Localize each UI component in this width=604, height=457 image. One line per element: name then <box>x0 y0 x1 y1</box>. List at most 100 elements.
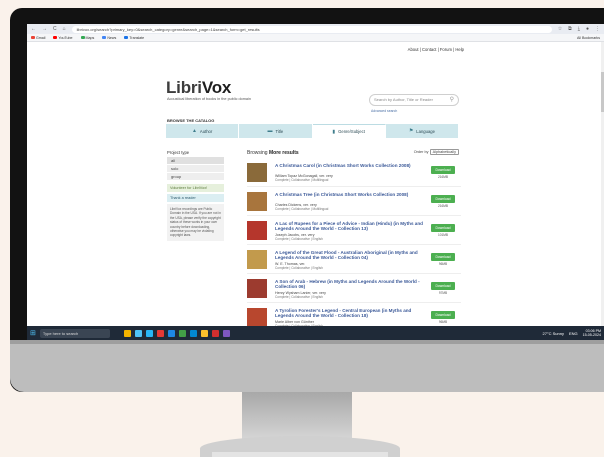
url-bar[interactable]: librivox.org/search?primary_key=0&search… <box>71 25 552 33</box>
book-cover[interactable] <box>247 250 267 269</box>
order-by: Order by Alphabetically <box>414 149 459 155</box>
book-meta: Complete | Collaborative | Multilingual <box>275 207 329 211</box>
project-type-all[interactable]: all <box>167 157 224 164</box>
results-heading: Browsing More results Order by Alphabeti… <box>247 149 461 158</box>
back-icon[interactable]: ← <box>31 26 36 32</box>
all-bookmarks[interactable]: All Bookmarks <box>577 36 600 40</box>
monitor-chin-edge <box>10 340 604 344</box>
book-title-link[interactable]: A Tyrolion Forester's Legend - Central E… <box>275 308 425 319</box>
file-size: 96MB <box>438 320 448 324</box>
taskbar-app-icon[interactable] <box>189 329 197 337</box>
book-icon: ▬ <box>267 128 273 134</box>
bookmark-icon: ▮ <box>332 128 336 135</box>
menu-icon[interactable]: ⋮ <box>595 26 600 32</box>
project-type-solo[interactable]: solo <box>167 165 224 172</box>
windows-start-icon[interactable]: ⊞ <box>30 329 36 337</box>
download-button[interactable]: Download <box>431 224 455 232</box>
volunteer-button[interactable]: Volunteer for LibriVox! <box>167 184 224 192</box>
weather[interactable]: 27°C Sunny <box>543 331 564 336</box>
order-select[interactable]: Alphabetically <box>429 149 459 155</box>
result-item: A Son of Arab - Hebrew (in Myths and Leg… <box>247 274 461 303</box>
taskbar: ⊞ Type here to search 27°C Sunny ENG 03:… <box>27 326 604 340</box>
bookmarks-bar: Gmail YouTube Maps News Translate All Bo… <box>27 34 604 42</box>
clock[interactable]: 03:06 PM 15-05-2024 <box>583 329 601 338</box>
librivox-logo[interactable]: LibriVox <box>166 78 231 98</box>
bookmark-gmail[interactable]: Gmail <box>31 36 45 40</box>
flag-icon: ⚑ <box>408 128 414 134</box>
screen: ← → C ⌂ librivox.org/search?primary_key=… <box>27 24 604 340</box>
download-button[interactable]: Download <box>431 253 455 261</box>
taskbar-app-icon[interactable] <box>211 329 219 337</box>
sidebar: Project type all solo group Volunteer fo… <box>167 150 224 241</box>
download-icon[interactable]: ⤓ <box>578 26 580 32</box>
browse-tabs: ▲ Author ▬ Title ▮ Genre/Subject ⚑ Language <box>166 124 459 138</box>
book-cover[interactable] <box>247 308 267 327</box>
taskbar-app-icon[interactable] <box>134 329 142 337</box>
book-title-link[interactable]: A Christmas Tree (in Christmas Short Wor… <box>275 192 425 197</box>
taskbar-app-icon[interactable] <box>222 329 230 337</box>
copyright-note: LibriVox recordings are Public Domain in… <box>167 204 224 241</box>
file-size: 97MB <box>438 291 448 295</box>
project-type-label: Project type <box>167 150 190 155</box>
profile-icon[interactable]: ● <box>586 26 589 32</box>
book-meta: Complete | Collaborative | English <box>275 295 323 299</box>
download-button[interactable]: Download <box>431 311 455 319</box>
download-button[interactable]: Download <box>431 166 455 174</box>
reload-icon[interactable]: C <box>53 26 57 32</box>
taskbar-app-icon[interactable] <box>167 329 175 337</box>
bookmark-maps[interactable]: Maps <box>80 36 94 40</box>
tab-language[interactable]: ⚑ Language <box>385 124 459 138</box>
result-item: A Christmas Carol (in Christmas Short Wo… <box>247 158 461 187</box>
star-icon[interactable]: ☆ <box>558 26 562 32</box>
file-size: 101MB <box>437 233 449 237</box>
book-cover[interactable] <box>247 221 267 240</box>
news-icon <box>102 36 107 40</box>
book-meta: Complete | Collaborative | English <box>275 266 323 270</box>
book-title-link[interactable]: A Christmas Carol (in Christmas Short Wo… <box>275 163 425 168</box>
monitor-stand-edge <box>212 452 388 457</box>
tab-genre-subject[interactable]: ▮ Genre/Subject <box>312 124 386 138</box>
librivox-page: About | Contact | Forum | Help LibriVox … <box>27 42 604 340</box>
advanced-search-link[interactable]: Advanced search <box>371 109 397 113</box>
extensions-icon[interactable]: ⧉ <box>568 26 572 32</box>
book-cover[interactable] <box>247 192 267 211</box>
taskbar-app-icon[interactable] <box>178 329 186 337</box>
taskbar-app-icon[interactable] <box>123 329 131 337</box>
monitor-chin <box>10 340 604 392</box>
taskbar-app-icon[interactable] <box>156 329 164 337</box>
book-meta: Complete | Collaborative | English <box>275 237 323 241</box>
book-meta: Complete | Collaborative | Multilingual <box>275 178 329 182</box>
search-icon[interactable]: ⚲ <box>450 95 454 105</box>
person-icon: ▲ <box>191 128 197 134</box>
maps-icon <box>80 36 85 40</box>
download-button[interactable]: Download <box>431 282 455 290</box>
book-title-link[interactable]: A Legend of the Great Flood - Australian… <box>275 250 425 261</box>
bookmark-news[interactable]: News <box>102 36 116 40</box>
result-item: A Christmas Tree (in Christmas Short Wor… <box>247 187 461 216</box>
home-icon[interactable]: ⌂ <box>63 26 66 32</box>
tab-title[interactable]: ▬ Title <box>239 124 313 138</box>
thank-reader-button[interactable]: Thank a reader <box>167 194 224 202</box>
taskbar-search[interactable]: Type here to search <box>39 328 110 338</box>
translate-icon <box>124 36 129 40</box>
language-indicator[interactable]: ENG <box>569 331 578 336</box>
download-button[interactable]: Download <box>431 195 455 203</box>
book-cover[interactable] <box>247 279 267 298</box>
forward-icon[interactable]: → <box>42 26 47 32</box>
taskbar-apps <box>123 329 230 337</box>
book-title-link[interactable]: A Son of Arab - Hebrew (in Myths and Leg… <box>275 279 425 290</box>
tab-author[interactable]: ▲ Author <box>166 124 240 138</box>
bookmark-translate[interactable]: Translate <box>124 36 144 40</box>
top-links[interactable]: About | Contact | Forum | Help <box>408 47 464 52</box>
file-size: 216MB <box>437 204 449 208</box>
book-cover[interactable] <box>247 163 267 182</box>
file-size: 216MB <box>437 175 449 179</box>
taskbar-app-icon[interactable] <box>145 329 153 337</box>
result-item: A Legend of the Great Flood - Australian… <box>247 245 461 274</box>
taskbar-app-icon[interactable] <box>200 329 208 337</box>
project-type-group[interactable]: group <box>167 173 224 180</box>
results-list: Browsing More results Order by Alphabeti… <box>247 149 461 340</box>
book-title-link[interactable]: A Lac of Rupees for a Piece of Advice - … <box>275 221 425 232</box>
bookmark-youtube[interactable]: YouTube <box>53 36 73 40</box>
search-input[interactable]: Search by Author, Title or Reader ⚲ <box>369 94 459 106</box>
